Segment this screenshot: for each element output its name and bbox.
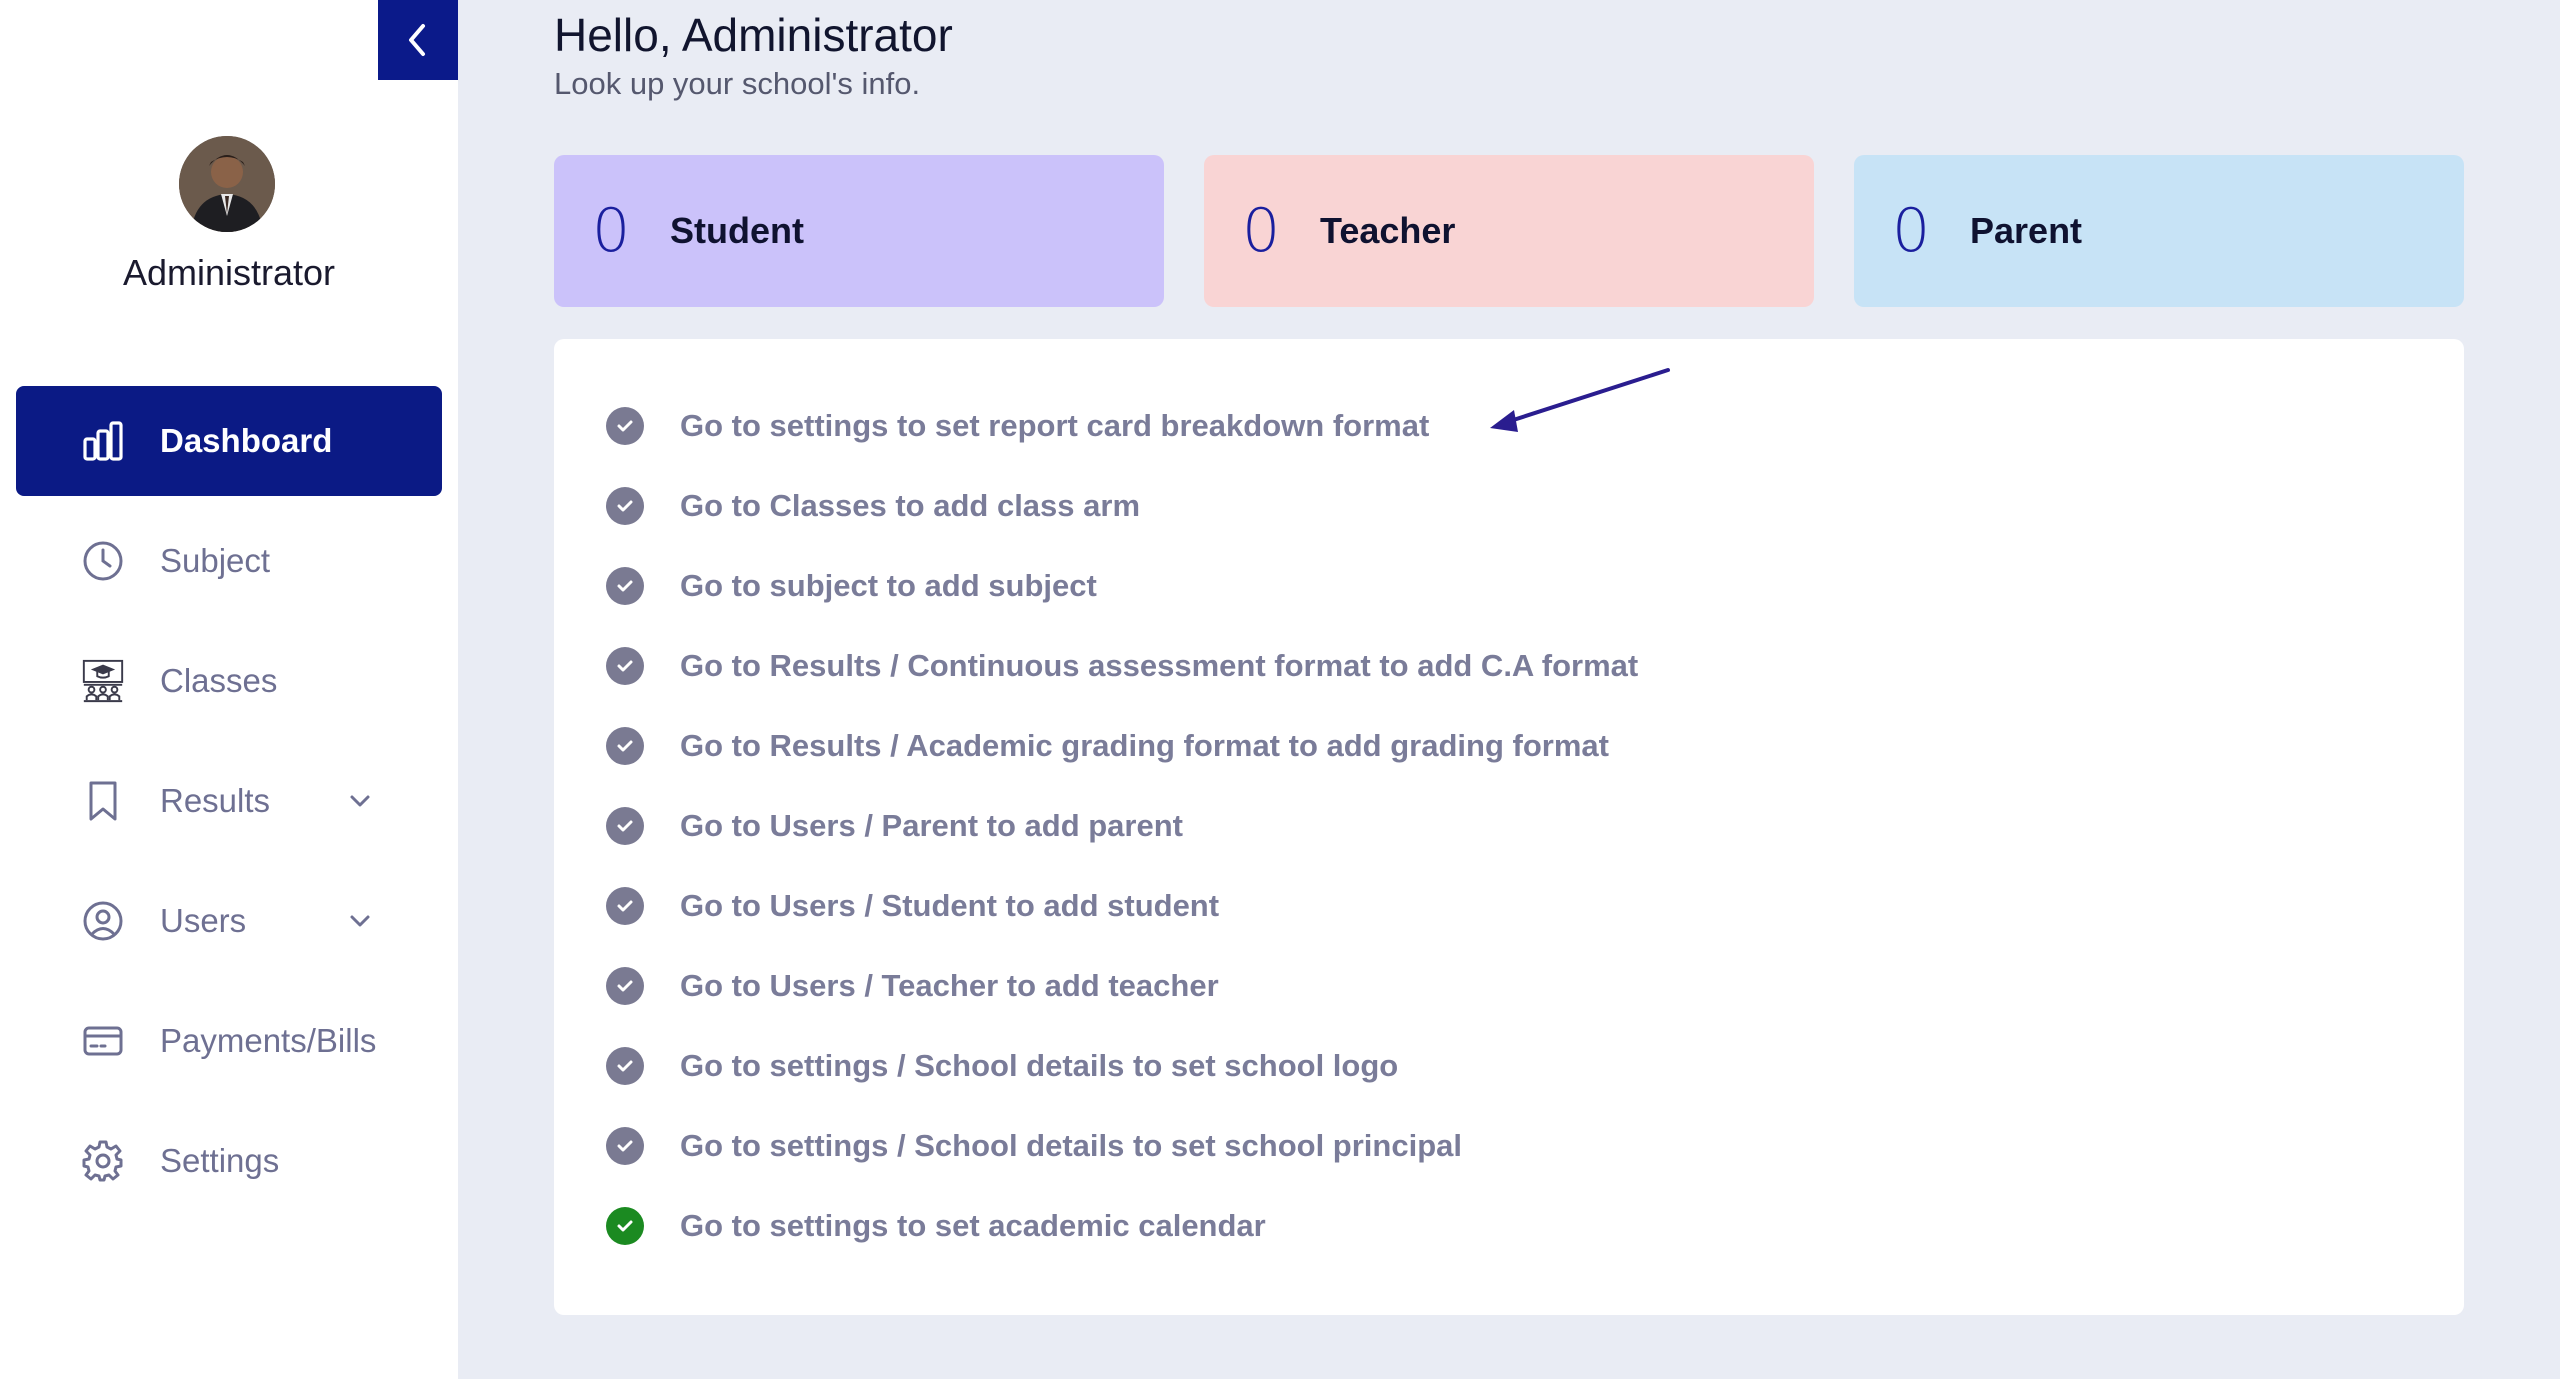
annotation-arrow-icon xyxy=(1490,368,1670,432)
checklist-item-label: Go to settings / School details to set s… xyxy=(680,1048,1399,1083)
stat-count: 0 xyxy=(1892,196,1931,266)
sidebar-item-label: Users xyxy=(160,902,247,939)
sidebar-collapse-button[interactable] xyxy=(378,0,458,80)
sidebar-item-label: Classes xyxy=(160,662,278,699)
stat-card-teacher[interactable]: 0 Teacher xyxy=(1204,155,1814,307)
page-subtitle: Look up your school's info. xyxy=(554,66,921,101)
checklist-item-label: Go to Results / Academic grading format … xyxy=(680,728,1609,763)
check-circle-icon xyxy=(606,1047,644,1085)
checklist-item[interactable]: Go to settings to set academic calendar xyxy=(606,1196,1266,1256)
checklist-item[interactable]: Go to settings to set report card breakd… xyxy=(606,396,1429,456)
sidebar-item-label: Results xyxy=(160,782,271,819)
checklist-item[interactable]: Go to subject to add subject xyxy=(606,556,1097,616)
stat-card-parent[interactable]: 0 Parent xyxy=(1854,155,2464,307)
check-circle-icon xyxy=(606,487,644,525)
stat-count: 0 xyxy=(1242,196,1281,266)
sidebar-user-name: Administrator xyxy=(122,252,336,293)
user-circle-icon xyxy=(80,898,126,944)
sidebar-item-subject[interactable]: Subject xyxy=(16,506,442,616)
check-circle-icon xyxy=(606,807,644,845)
stat-label: Parent xyxy=(1970,210,2083,251)
gear-icon xyxy=(80,1138,126,1184)
checklist-item[interactable]: Go to Classes to add class arm xyxy=(606,476,1140,536)
checklist-item[interactable]: Go to Results / Academic grading format … xyxy=(606,716,1609,776)
clock-icon xyxy=(80,538,126,584)
checklist-item[interactable]: Go to settings / School details to set s… xyxy=(606,1036,1398,1096)
checklist-item[interactable]: Go to Results / Continuous assessment fo… xyxy=(606,636,1638,696)
sidebar-item-label: Dashboard xyxy=(160,422,333,459)
stat-label: Student xyxy=(670,210,804,251)
checklist-item-label: Go to settings / School details to set s… xyxy=(680,1128,1462,1163)
bookmark-icon xyxy=(80,778,126,824)
checklist-item[interactable]: Go to Users / Student to add student xyxy=(606,876,1219,936)
check-circle-icon xyxy=(606,1127,644,1165)
check-circle-icon xyxy=(606,647,644,685)
check-circle-icon xyxy=(606,967,644,1005)
check-circle-icon xyxy=(606,887,644,925)
checklist-item-label: Go to settings to set report card breakd… xyxy=(680,408,1430,443)
sidebar-item-label: Subject xyxy=(160,542,271,579)
checklist-item[interactable]: Go to Users / Teacher to add teacher xyxy=(606,956,1219,1016)
checklist-item-label: Go to settings to set academic calendar xyxy=(680,1208,1266,1243)
check-circle-icon xyxy=(606,407,644,445)
sidebar-item-settings[interactable]: Settings xyxy=(16,1106,442,1216)
setup-checklist: Go to settings to set report card breakd… xyxy=(554,339,2464,1315)
sidebar-item-classes[interactable]: Classes xyxy=(16,626,442,736)
chevron-left-icon xyxy=(409,24,425,56)
check-circle-icon xyxy=(606,727,644,765)
sidebar-item-results[interactable]: Results xyxy=(16,746,442,856)
checklist-item-label: Go to Users / Teacher to add teacher xyxy=(680,968,1219,1003)
chevron-down-icon[interactable] xyxy=(344,905,376,937)
checklist-item-label: Go to Users / Parent to add parent xyxy=(680,808,1183,843)
stat-card-student[interactable]: 0 Student xyxy=(554,155,1164,307)
sidebar-item-label: Payments/Bills xyxy=(160,1022,377,1059)
stat-label: Teacher xyxy=(1320,210,1456,251)
checklist-item-label: Go to Users / Student to add student xyxy=(680,888,1220,923)
checklist-item[interactable]: Go to Users / Parent to add parent xyxy=(606,796,1183,856)
sidebar-item-users[interactable]: Users xyxy=(16,866,442,976)
avatar[interactable] xyxy=(179,136,275,232)
sidebar-item-dashboard[interactable]: Dashboard xyxy=(16,386,442,496)
checklist-item-label: Go to subject to add subject xyxy=(680,568,1097,603)
classroom-icon xyxy=(80,658,126,704)
page-title: Hello, Administrator xyxy=(554,9,953,61)
checklist-item-label: Go to Results / Continuous assessment fo… xyxy=(680,648,1639,683)
check-circle-icon xyxy=(606,567,644,605)
sidebar-item-payments-bills[interactable]: Payments/Bills xyxy=(16,986,442,1096)
chevron-down-icon[interactable] xyxy=(344,785,376,817)
stat-count: 0 xyxy=(592,196,631,266)
checklist-item-label: Go to Classes to add class arm xyxy=(680,488,1141,523)
sidebar-item-label: Settings xyxy=(160,1142,280,1179)
checklist-item[interactable]: Go to settings / School details to set s… xyxy=(606,1116,1462,1176)
credit-card-icon xyxy=(80,1018,126,1064)
bar-chart-icon xyxy=(80,418,126,464)
sidebar: Administrator Dashboard Subject Classes … xyxy=(0,0,458,1379)
check-circle-done-icon xyxy=(606,1207,644,1245)
